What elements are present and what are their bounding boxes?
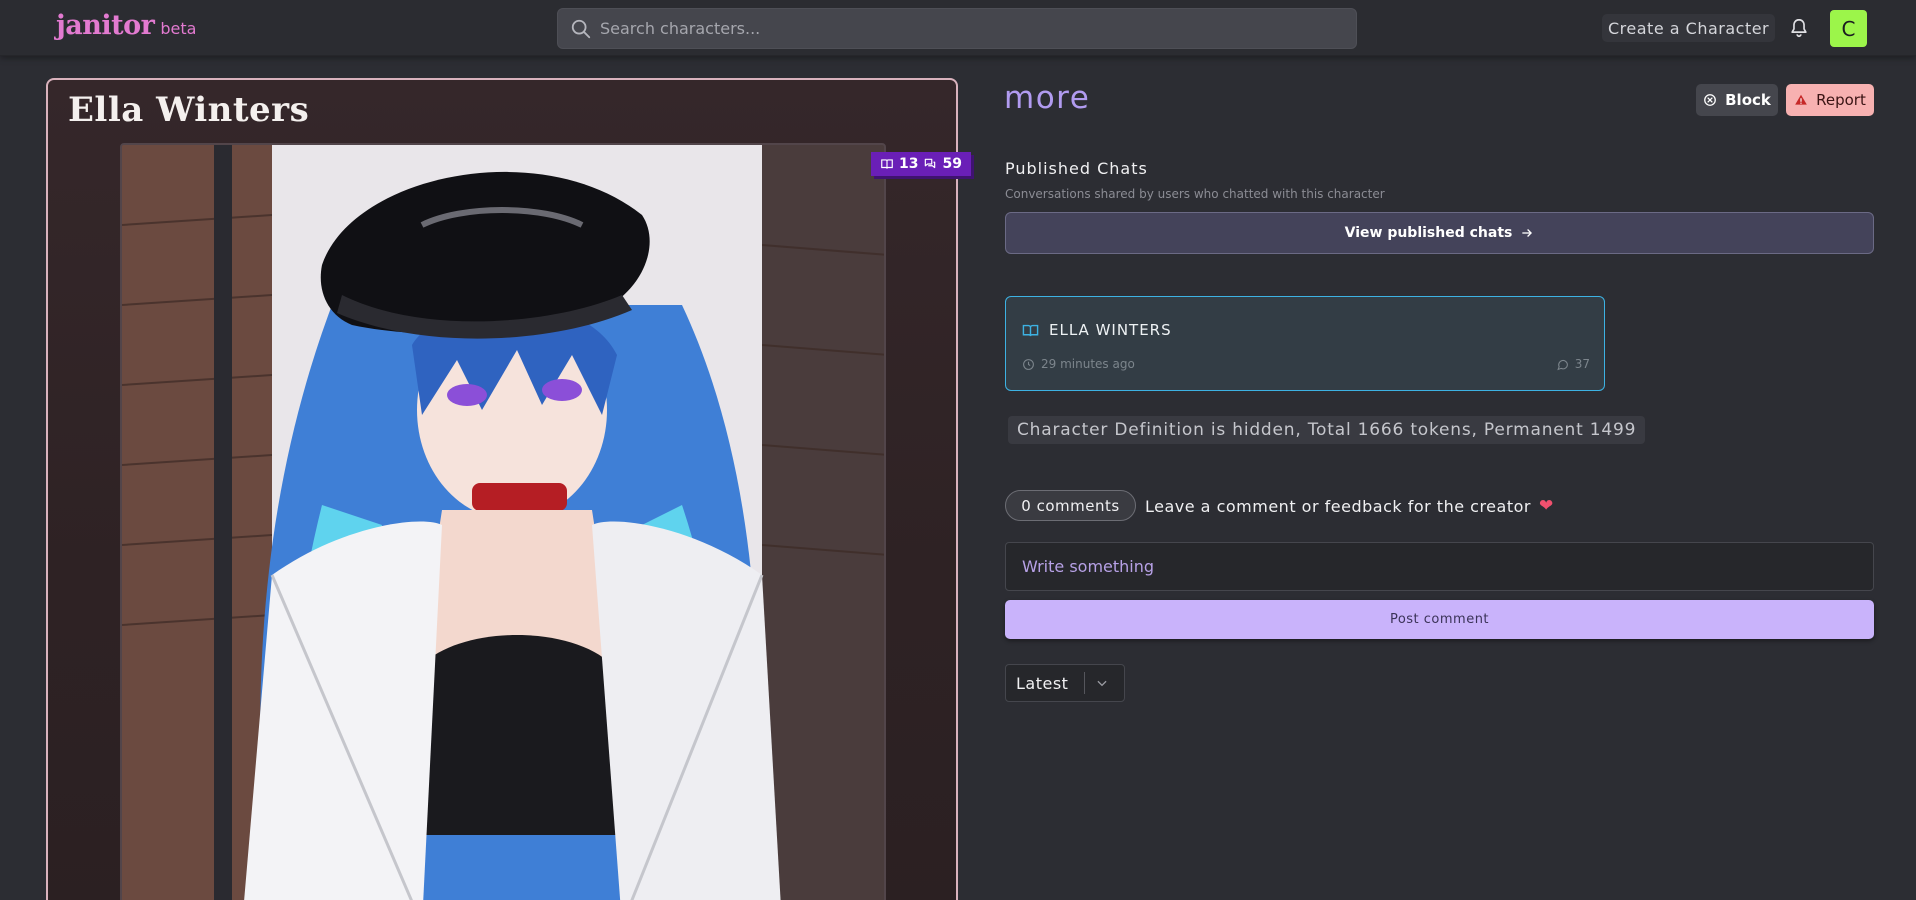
published-chats-heading: Published Chats bbox=[1005, 159, 1148, 178]
character-stats-badge: 13 59 bbox=[871, 152, 971, 176]
report-button[interactable]: Report bbox=[1786, 84, 1874, 116]
top-navbar: janitor beta Create a Character C bbox=[0, 0, 1916, 56]
post-comment-button[interactable]: Post comment bbox=[1005, 600, 1874, 639]
avatar-letter: C bbox=[1841, 16, 1856, 41]
block-icon bbox=[1704, 94, 1717, 106]
warning-icon bbox=[1795, 94, 1807, 105]
messages-icon bbox=[925, 158, 936, 169]
search-icon bbox=[571, 19, 591, 38]
logo-text: janitor bbox=[56, 10, 155, 41]
stat-messages-count: 59 bbox=[942, 156, 962, 172]
stat-chats-count: 13 bbox=[899, 156, 919, 172]
character-portrait-illustration bbox=[122, 145, 884, 900]
book-open-icon bbox=[1022, 324, 1039, 336]
character-portrait-image[interactable] bbox=[120, 143, 886, 900]
sort-divider bbox=[1084, 672, 1085, 694]
sort-select[interactable]: Latest bbox=[1005, 664, 1125, 702]
arrow-right-icon bbox=[1522, 229, 1533, 237]
logo-beta-label: beta bbox=[160, 19, 197, 38]
chevron-down-icon bbox=[1097, 680, 1107, 687]
block-button[interactable]: Block bbox=[1696, 84, 1778, 116]
clock-icon bbox=[1023, 358, 1034, 370]
chat-card-title: ELLA WINTERS bbox=[1049, 321, 1172, 339]
message-circle-icon bbox=[1557, 359, 1568, 370]
block-label: Block bbox=[1725, 91, 1771, 109]
comment-prompt-text: Leave a comment or feedback for the crea… bbox=[1145, 496, 1531, 516]
search-input[interactable] bbox=[600, 19, 1340, 38]
comment-input[interactable] bbox=[1022, 557, 1862, 576]
create-character-button[interactable]: Create a Character bbox=[1602, 14, 1776, 42]
chat-card-count: 37 bbox=[1574, 357, 1590, 371]
chat-card-time: 29 minutes ago bbox=[1041, 357, 1135, 371]
published-chats-subtitle: Conversations shared by users who chatte… bbox=[1005, 187, 1385, 201]
published-chat-card[interactable]: ELLA WINTERS 29 minutes ago 37 bbox=[1005, 296, 1605, 391]
comments-count-pill[interactable]: 0 comments bbox=[1005, 490, 1136, 521]
character-card: Ella Winters bbox=[46, 78, 958, 900]
book-icon bbox=[881, 159, 893, 169]
chat-card-time-row: 29 minutes ago bbox=[1022, 357, 1135, 371]
notification-bell-icon[interactable] bbox=[1788, 16, 1810, 40]
report-label: Report bbox=[1816, 91, 1866, 109]
post-comment-label: Post comment bbox=[1389, 612, 1490, 627]
comments-count: 0 comments bbox=[1021, 496, 1120, 515]
character-name: Ella Winters bbox=[68, 90, 310, 130]
comment-prompt: Leave a comment or feedback for the crea… bbox=[1145, 496, 1554, 516]
view-published-chats-button[interactable]: View published chats bbox=[1005, 212, 1874, 254]
user-avatar[interactable]: C bbox=[1830, 10, 1867, 47]
more-heading: more bbox=[1004, 80, 1091, 116]
comment-input-box[interactable] bbox=[1005, 542, 1874, 591]
create-character-label: Create a Character bbox=[1608, 18, 1770, 38]
chat-card-count-row: 37 bbox=[1556, 357, 1590, 371]
sort-value: Latest bbox=[1016, 673, 1069, 693]
chat-card-title-row: ELLA WINTERS bbox=[1022, 321, 1172, 339]
character-definition-info: Character Definition is hidden, Total 16… bbox=[1008, 416, 1646, 444]
janitor-logo[interactable]: janitor beta bbox=[56, 10, 196, 44]
search-bar[interactable] bbox=[557, 8, 1357, 49]
view-published-chats-label: View published chats bbox=[1344, 225, 1513, 241]
heart-icon: ❤ bbox=[1538, 496, 1554, 516]
